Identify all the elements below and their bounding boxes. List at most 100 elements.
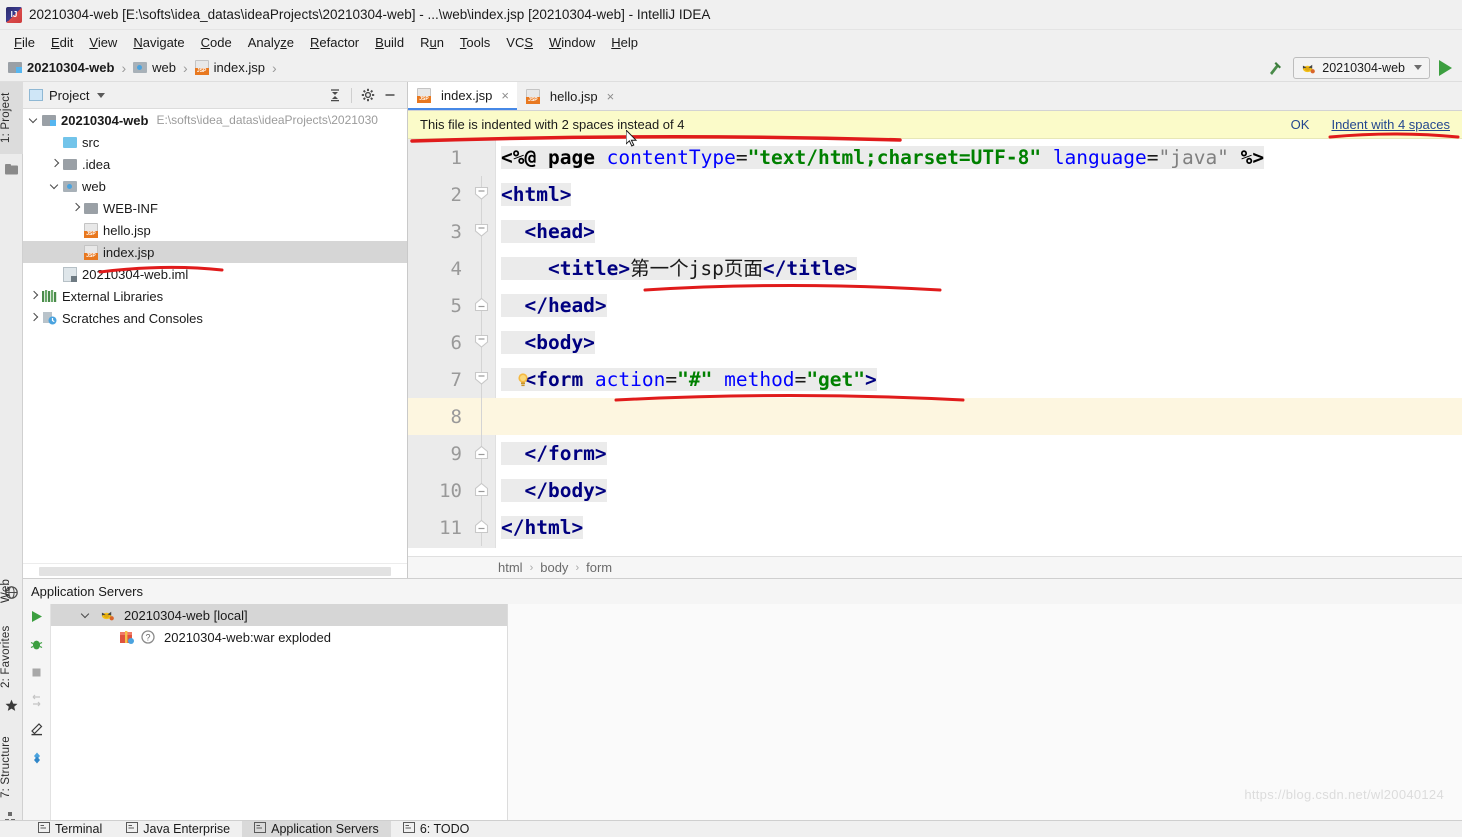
editor-breadcrumb-body[interactable]: body xyxy=(540,560,568,575)
fold-column[interactable] xyxy=(470,435,496,472)
fold-column[interactable] xyxy=(470,176,496,213)
code-line[interactable]: 7 <form action="#" method="get"> xyxy=(408,361,1462,398)
editor-breadcrumb-form[interactable]: form xyxy=(586,560,612,575)
menu-item-build[interactable]: Build xyxy=(367,33,412,52)
tree-node-idea[interactable]: .idea xyxy=(23,153,407,175)
editor-tab-hello-jsp[interactable]: hello.jsp × xyxy=(517,82,622,110)
menu-item-vcs[interactable]: VCS xyxy=(498,33,541,52)
hammer-build-icon[interactable] xyxy=(1266,59,1284,77)
editor-breadcrumb-html[interactable]: html xyxy=(498,560,523,575)
run-configuration-selector[interactable]: 20210304-web xyxy=(1293,56,1430,79)
breadcrumb-item-20210304-web[interactable]: 20210304-web xyxy=(8,60,114,75)
chevron-down-icon[interactable] xyxy=(1414,65,1422,70)
fold-expanded-icon[interactable] xyxy=(474,334,489,349)
tree-node-web[interactable]: web xyxy=(23,175,407,197)
close-icon[interactable]: × xyxy=(501,88,509,103)
chevron-right-icon[interactable] xyxy=(48,157,62,171)
server-list[interactable]: 20210304-web [local]? 20210304-web:war ex… xyxy=(50,604,508,820)
edit-icon[interactable] xyxy=(30,722,44,741)
run-icon[interactable] xyxy=(30,610,43,628)
scrollbar-thumb[interactable] xyxy=(39,567,391,576)
tree-node-index-jsp[interactable]: index.jsp xyxy=(23,241,407,263)
debug-icon[interactable] xyxy=(30,638,43,656)
menu-item-run[interactable]: Run xyxy=(412,33,452,52)
fold-expanded-icon[interactable] xyxy=(474,371,489,386)
code-line[interactable]: 11 </html> xyxy=(408,509,1462,546)
chevron-down-icon[interactable] xyxy=(97,92,106,98)
sidebar-item-web[interactable]: Web xyxy=(0,568,23,614)
notification-indent-action[interactable]: Indent with 4 spaces xyxy=(1331,117,1450,132)
sidebar-item-project[interactable]: 1: Project xyxy=(0,82,23,154)
status-tab-6-todo[interactable]: 6: TODO xyxy=(391,821,482,837)
tree-node-external-libraries[interactable]: External Libraries xyxy=(23,285,407,307)
menu-item-window[interactable]: Window xyxy=(541,33,603,52)
rerun-icon[interactable] xyxy=(30,694,43,712)
code-line[interactable]: 8 xyxy=(408,398,1462,435)
chevron-down-icon[interactable] xyxy=(27,113,41,127)
fold-expanded-icon[interactable] xyxy=(474,223,489,238)
breadcrumb-item-web[interactable]: web xyxy=(133,60,176,75)
code-editor[interactable]: 1 <%@ page contentType="text/html;charset… xyxy=(408,139,1462,548)
fold-column[interactable] xyxy=(470,509,496,546)
chevron-down-icon[interactable] xyxy=(48,179,62,193)
breadcrumb-item-index-jsp[interactable]: index.jsp xyxy=(194,60,265,75)
code-line[interactable]: 3 <head> xyxy=(408,213,1462,250)
server-row[interactable]: ? 20210304-web:war exploded xyxy=(51,626,507,648)
settings-icon[interactable] xyxy=(30,751,44,770)
editor-tab-index-jsp[interactable]: index.jsp × xyxy=(408,82,517,110)
code-line[interactable]: 10 </body> xyxy=(408,472,1462,509)
status-tab-java-enterprise[interactable]: Java Enterprise xyxy=(114,821,242,837)
tree-node-src[interactable]: src xyxy=(23,131,407,153)
fold-expanded-icon[interactable] xyxy=(474,186,489,201)
fold-column[interactable] xyxy=(470,139,496,176)
server-row[interactable]: 20210304-web [local] xyxy=(51,604,507,626)
menu-item-tools[interactable]: Tools xyxy=(452,33,498,52)
fold-column[interactable] xyxy=(470,361,496,398)
menu-item-edit[interactable]: Edit xyxy=(43,33,81,52)
settings-gear-icon[interactable] xyxy=(357,84,379,106)
code-line[interactable]: 9 </form> xyxy=(408,435,1462,472)
fold-end-icon[interactable] xyxy=(474,519,489,534)
chevron-right-icon[interactable] xyxy=(27,289,41,303)
menu-item-navigate[interactable]: Navigate xyxy=(125,33,192,52)
fold-end-icon[interactable] xyxy=(474,482,489,497)
code-line[interactable]: 1 <%@ page contentType="text/html;charset… xyxy=(408,139,1462,176)
chevron-down-icon[interactable] xyxy=(79,608,93,622)
chevron-right-icon[interactable] xyxy=(27,311,41,325)
tree-node-hello-jsp[interactable]: hello.jsp xyxy=(23,219,407,241)
intention-bulb-icon[interactable] xyxy=(516,372,530,387)
status-tab-terminal[interactable]: Terminal xyxy=(26,821,114,837)
run-icon[interactable] xyxy=(1439,59,1452,76)
collapse-all-icon[interactable] xyxy=(324,84,346,106)
sidebar-item-favorites[interactable]: 2: Favorites xyxy=(0,617,23,697)
code-line[interactable]: 6 <body> xyxy=(408,324,1462,361)
close-icon[interactable]: × xyxy=(607,89,615,104)
code-line[interactable]: 4 <title>第一个jsp页面</title> xyxy=(408,250,1462,287)
code-line[interactable]: 5 </head> xyxy=(408,287,1462,324)
fold-end-icon[interactable] xyxy=(474,445,489,460)
fold-column[interactable] xyxy=(470,398,496,435)
chevron-right-icon[interactable] xyxy=(69,201,83,215)
tree-node-scratches-and-consoles[interactable]: Scratches and Consoles xyxy=(23,307,407,329)
fold-end-icon[interactable] xyxy=(474,297,489,312)
project-tree-hscrollbar[interactable] xyxy=(23,563,407,578)
menu-item-view[interactable]: View xyxy=(81,33,125,52)
menu-item-analyze[interactable]: Analyze xyxy=(240,33,302,52)
menu-item-refactor[interactable]: Refactor xyxy=(302,33,367,52)
menu-item-code[interactable]: Code xyxy=(193,33,240,52)
stop-icon[interactable] xyxy=(30,666,43,684)
status-tab-application-servers[interactable]: Application Servers xyxy=(242,821,391,837)
project-tree[interactable]: 20210304-web E:\softs\idea_datas\ideaProj… xyxy=(23,109,407,560)
menu-item-file[interactable]: File xyxy=(6,33,43,52)
tree-node-web-inf[interactable]: WEB-INF xyxy=(23,197,407,219)
menu-item-help[interactable]: Help xyxy=(603,33,646,52)
fold-column[interactable] xyxy=(470,213,496,250)
code-line[interactable]: 2 <html> xyxy=(408,176,1462,213)
fold-column[interactable] xyxy=(470,472,496,509)
tree-node-20210304-web[interactable]: 20210304-web E:\softs\idea_datas\ideaProj… xyxy=(23,109,407,131)
fold-column[interactable] xyxy=(470,324,496,361)
notification-ok-button[interactable]: OK xyxy=(1291,117,1310,132)
sidebar-item-structure[interactable]: 7: Structure xyxy=(0,726,23,808)
hide-panel-icon[interactable] xyxy=(379,84,401,106)
tree-node-20210304-web-iml[interactable]: 20210304-web.iml xyxy=(23,263,407,285)
